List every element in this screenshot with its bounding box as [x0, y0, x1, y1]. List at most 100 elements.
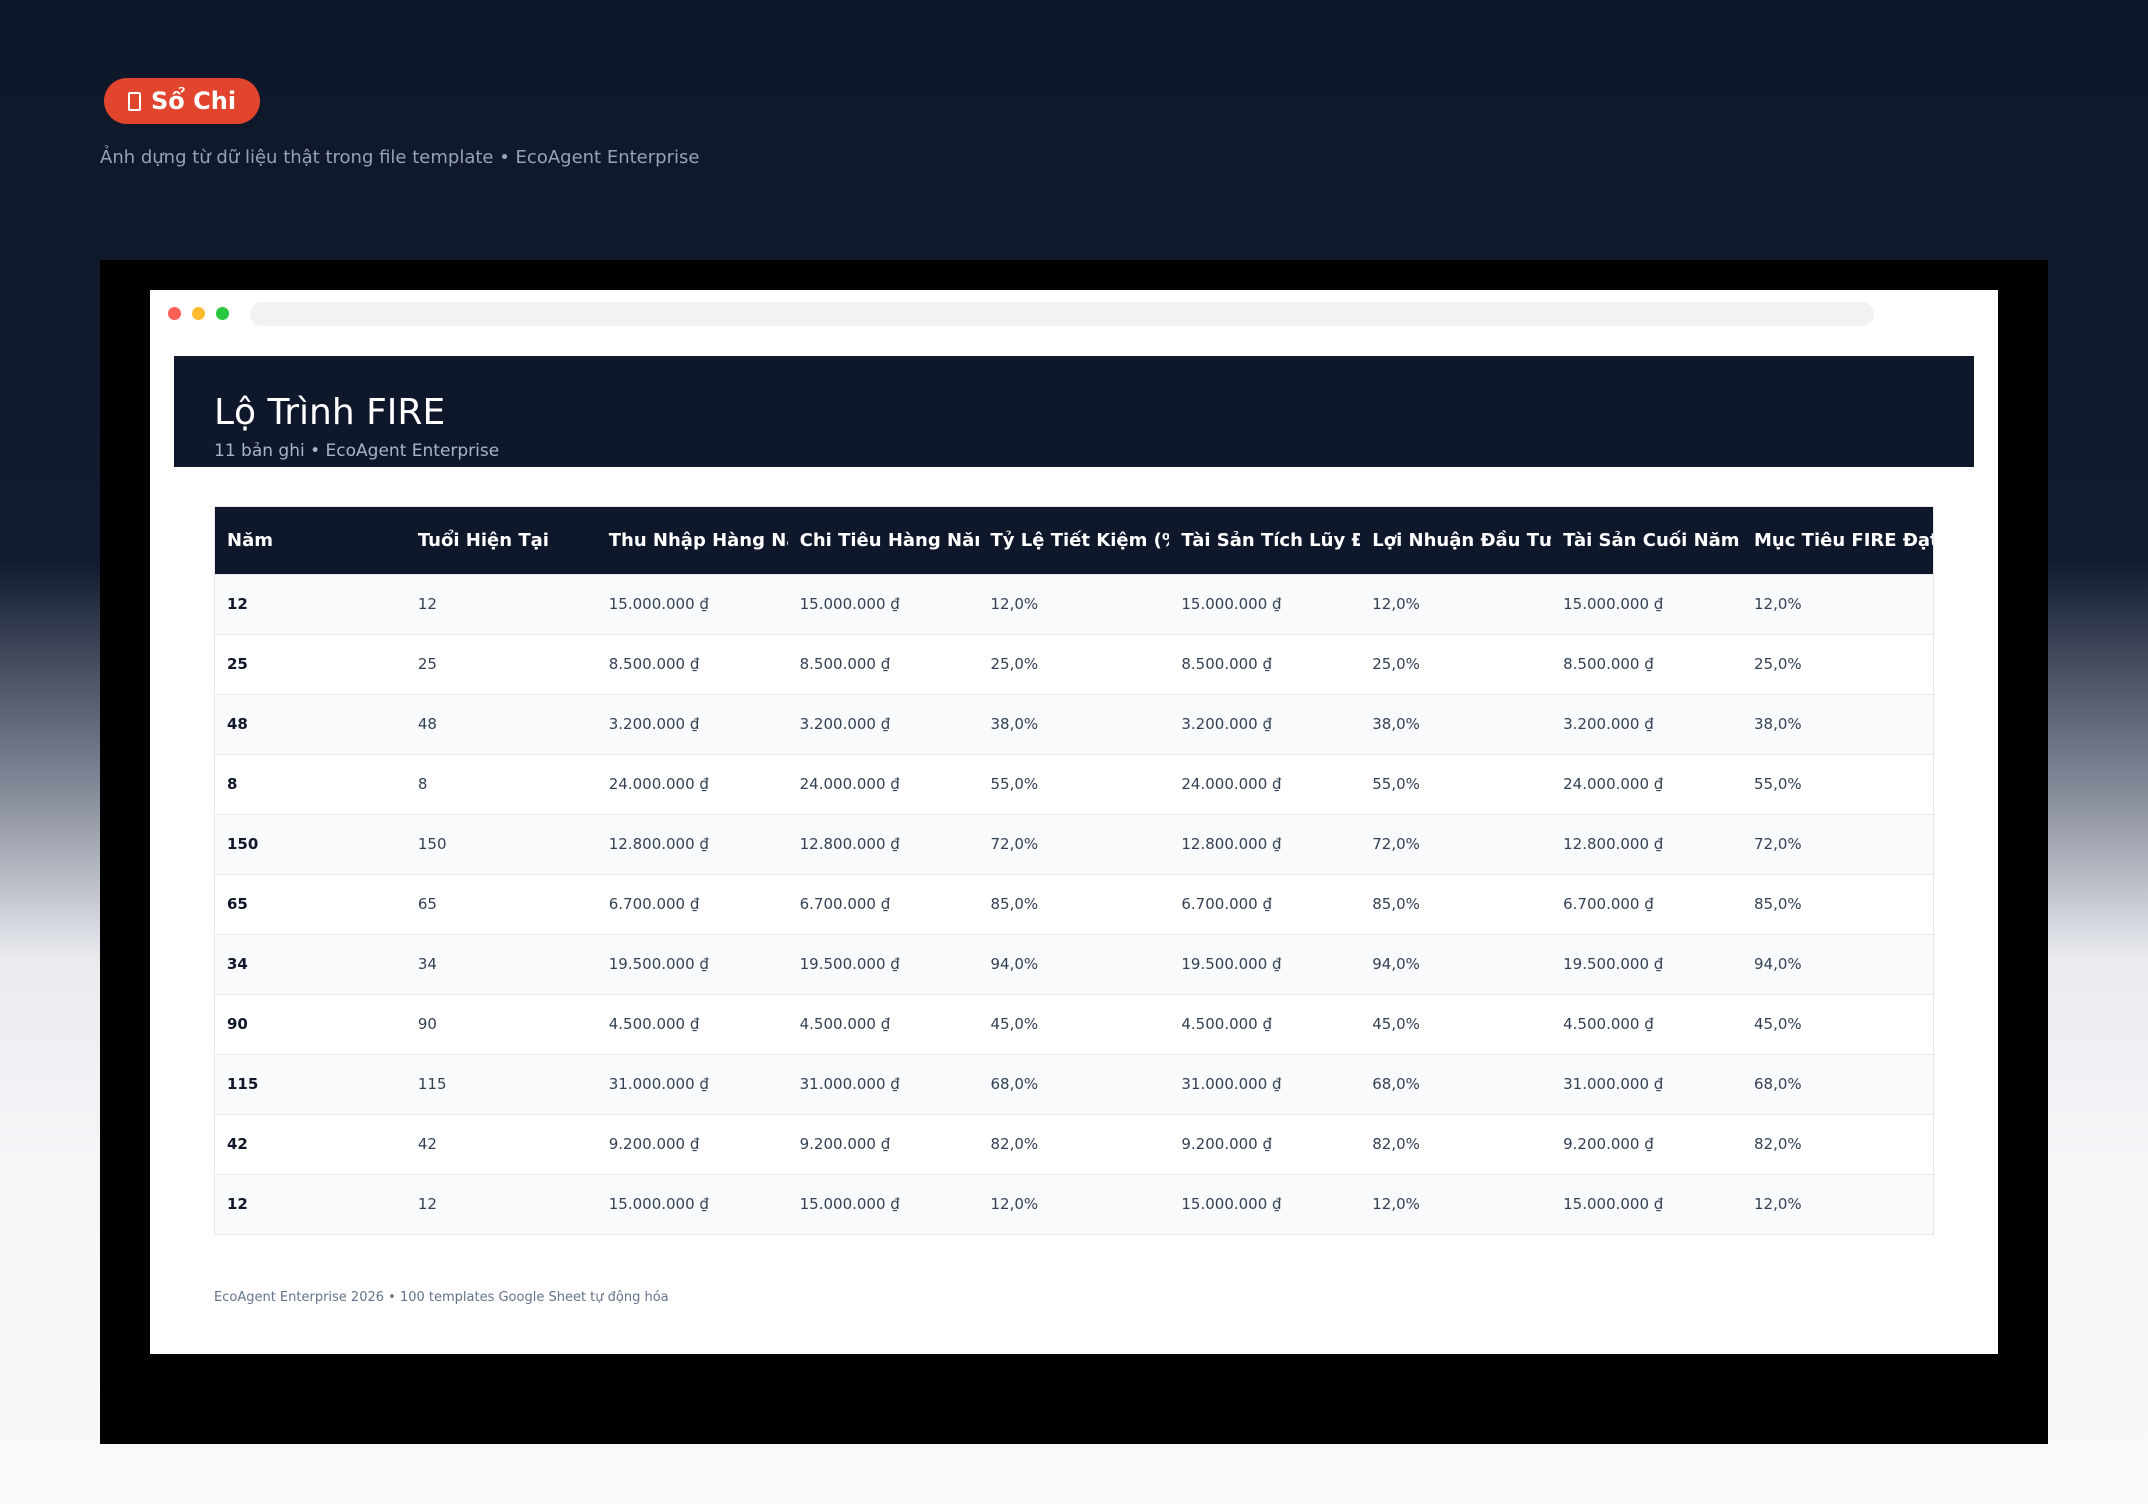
table-cell[interactable]: 9.200.000 ₫ [1551, 1114, 1742, 1174]
table-cell[interactable]: 15.000.000 ₫ [597, 1174, 788, 1234]
table-cell[interactable]: 82,0% [979, 1114, 1170, 1174]
column-header[interactable]: Tài Sản Tích Lũy Đ [1169, 507, 1360, 574]
table-cell[interactable]: 38,0% [1360, 694, 1551, 754]
table-row[interactable]: 8 8 24.000.000 ₫ 24.000.000 ₫ 55,0% 24.000.00… [215, 754, 1933, 814]
table-cell[interactable]: 8.500.000 ₫ [1169, 634, 1360, 694]
table-cell[interactable]: 24.000.000 ₫ [1551, 754, 1742, 814]
table-cell[interactable]: 19.500.000 ₫ [788, 934, 979, 994]
table-cell[interactable]: 72,0% [1742, 814, 1933, 874]
table-cell[interactable]: 12,0% [1360, 574, 1551, 634]
table-cell[interactable]: 55,0% [979, 754, 1170, 814]
close-dot[interactable] [168, 307, 181, 320]
table-cell[interactable]: 12,0% [1742, 574, 1933, 634]
table-cell[interactable]: 19.500.000 ₫ [597, 934, 788, 994]
table-cell[interactable]: 24.000.000 ₫ [788, 754, 979, 814]
column-header[interactable]: Năm [215, 507, 406, 574]
table-cell[interactable]: 150 [406, 814, 597, 874]
table-cell[interactable]: 115 [406, 1054, 597, 1114]
table-cell[interactable]: 8.500.000 ₫ [597, 634, 788, 694]
table-cell[interactable]: 42 [406, 1114, 597, 1174]
table-cell[interactable]: 15.000.000 ₫ [1551, 574, 1742, 634]
column-header[interactable]: Tài Sản Cuối Năm [1551, 507, 1742, 574]
table-cell[interactable]: 6.700.000 ₫ [1551, 874, 1742, 934]
table-cell[interactable]: 15.000.000 ₫ [788, 1174, 979, 1234]
table-cell[interactable]: 38,0% [979, 694, 1170, 754]
table-cell[interactable]: 6.700.000 ₫ [1169, 874, 1360, 934]
column-header[interactable]: Tuổi Hiện Tại [406, 507, 597, 574]
table-cell[interactable]: 9.200.000 ₫ [1169, 1114, 1360, 1174]
table-cell[interactable]: 25 [406, 634, 597, 694]
table-cell[interactable]: 65 [406, 874, 597, 934]
table-cell[interactable]: 45,0% [1360, 994, 1551, 1054]
table-cell[interactable]: 68,0% [1360, 1054, 1551, 1114]
table-cell[interactable]: 8.500.000 ₫ [788, 634, 979, 694]
table-cell[interactable]: 12.800.000 ₫ [1551, 814, 1742, 874]
table-cell[interactable]: 31.000.000 ₫ [788, 1054, 979, 1114]
table-row[interactable]: 25 25 8.500.000 ₫ 8.500.000 ₫ 25,0% 8.500.000… [215, 634, 1933, 694]
table-cell[interactable]: 45,0% [979, 994, 1170, 1054]
table-cell[interactable]: 12,0% [979, 574, 1170, 634]
table-cell[interactable]: 90 [406, 994, 597, 1054]
column-header[interactable]: Chi Tiêu Hàng Năm [788, 507, 979, 574]
table-cell[interactable]: 19.500.000 ₫ [1169, 934, 1360, 994]
table-row[interactable]: 90 90 4.500.000 ₫ 4.500.000 ₫ 45,0% 4.500.000… [215, 994, 1933, 1054]
table-cell[interactable]: 68,0% [979, 1054, 1170, 1114]
table-cell[interactable]: 12 [215, 574, 406, 634]
address-bar[interactable] [250, 302, 1874, 326]
table-cell[interactable]: 4.500.000 ₫ [1169, 994, 1360, 1054]
table-cell[interactable]: 150 [215, 814, 406, 874]
table-cell[interactable]: 31.000.000 ₫ [597, 1054, 788, 1114]
table-cell[interactable]: 12,0% [979, 1174, 1170, 1234]
column-header[interactable]: Tỷ Lệ Tiết Kiệm (% [979, 507, 1170, 574]
table-cell[interactable]: 55,0% [1360, 754, 1551, 814]
table-cell[interactable]: 8 [406, 754, 597, 814]
table-cell[interactable]: 68,0% [1742, 1054, 1933, 1114]
table-cell[interactable]: 3.200.000 ₫ [1551, 694, 1742, 754]
table-cell[interactable]: 25 [215, 634, 406, 694]
column-header[interactable]: Thu Nhập Hàng Năm [597, 507, 788, 574]
table-cell[interactable]: 94,0% [979, 934, 1170, 994]
table-cell[interactable]: 34 [406, 934, 597, 994]
table-row[interactable]: 34 34 19.500.000 ₫ 19.500.000 ₫ 94,0% 19.500.… [215, 934, 1933, 994]
column-header[interactable]: Mục Tiêu FIRE Đạt [1742, 507, 1933, 574]
table-row[interactable]: 115 115 31.000.000 ₫ 31.000.000 ₫ 68,0% 31.00… [215, 1054, 1933, 1114]
table-cell[interactable]: 24.000.000 ₫ [597, 754, 788, 814]
table-cell[interactable]: 90 [215, 994, 406, 1054]
table-cell[interactable]: 12.800.000 ₫ [1169, 814, 1360, 874]
maximize-dot[interactable] [216, 307, 229, 320]
table-cell[interactable]: 25,0% [979, 634, 1170, 694]
table-cell[interactable]: 115 [215, 1054, 406, 1114]
table-cell[interactable]: 38,0% [1742, 694, 1933, 754]
table-cell[interactable]: 25,0% [1742, 634, 1933, 694]
table-cell[interactable]: 25,0% [1360, 634, 1551, 694]
table-cell[interactable]: 15.000.000 ₫ [1169, 574, 1360, 634]
table-cell[interactable]: 15.000.000 ₫ [788, 574, 979, 634]
table-cell[interactable]: 12 [406, 574, 597, 634]
table-cell[interactable]: 48 [406, 694, 597, 754]
table-row[interactable]: 48 48 3.200.000 ₫ 3.200.000 ₫ 38,0% 3.200.000… [215, 694, 1933, 754]
table-row[interactable]: 65 65 6.700.000 ₫ 6.700.000 ₫ 85,0% 6.700.000… [215, 874, 1933, 934]
table-cell[interactable]: 72,0% [979, 814, 1170, 874]
table-cell[interactable]: 15.000.000 ₫ [1169, 1174, 1360, 1234]
table-cell[interactable]: 65 [215, 874, 406, 934]
table-cell[interactable]: 12,0% [1742, 1174, 1933, 1234]
table-cell[interactable]: 9.200.000 ₫ [597, 1114, 788, 1174]
table-cell[interactable]: 34 [215, 934, 406, 994]
column-header[interactable]: Lợi Nhuận Đầu Tư ( [1360, 507, 1551, 574]
table-cell[interactable]: 4.500.000 ₫ [788, 994, 979, 1054]
table-cell[interactable]: 55,0% [1742, 754, 1933, 814]
table-cell[interactable]: 19.500.000 ₫ [1551, 934, 1742, 994]
table-cell[interactable]: 3.200.000 ₫ [788, 694, 979, 754]
table-cell[interactable]: 82,0% [1742, 1114, 1933, 1174]
table-row[interactable]: 42 42 9.200.000 ₫ 9.200.000 ₫ 82,0% 9.200.000… [215, 1114, 1933, 1174]
table-cell[interactable]: 85,0% [1742, 874, 1933, 934]
table-cell[interactable]: 12 [406, 1174, 597, 1234]
table-cell[interactable]: 82,0% [1360, 1114, 1551, 1174]
table-cell[interactable]: 12.800.000 ₫ [788, 814, 979, 874]
table-cell[interactable]: 72,0% [1360, 814, 1551, 874]
table-cell[interactable]: 6.700.000 ₫ [597, 874, 788, 934]
table-cell[interactable]: 45,0% [1742, 994, 1933, 1054]
table-cell[interactable]: 85,0% [979, 874, 1170, 934]
table-row[interactable]: 12 12 15.000.000 ₫ 15.000.000 ₫ 12,0% 15.000.… [215, 574, 1933, 634]
table-row[interactable]: 150 150 12.800.000 ₫ 12.800.000 ₫ 72,0% 12.80… [215, 814, 1933, 874]
